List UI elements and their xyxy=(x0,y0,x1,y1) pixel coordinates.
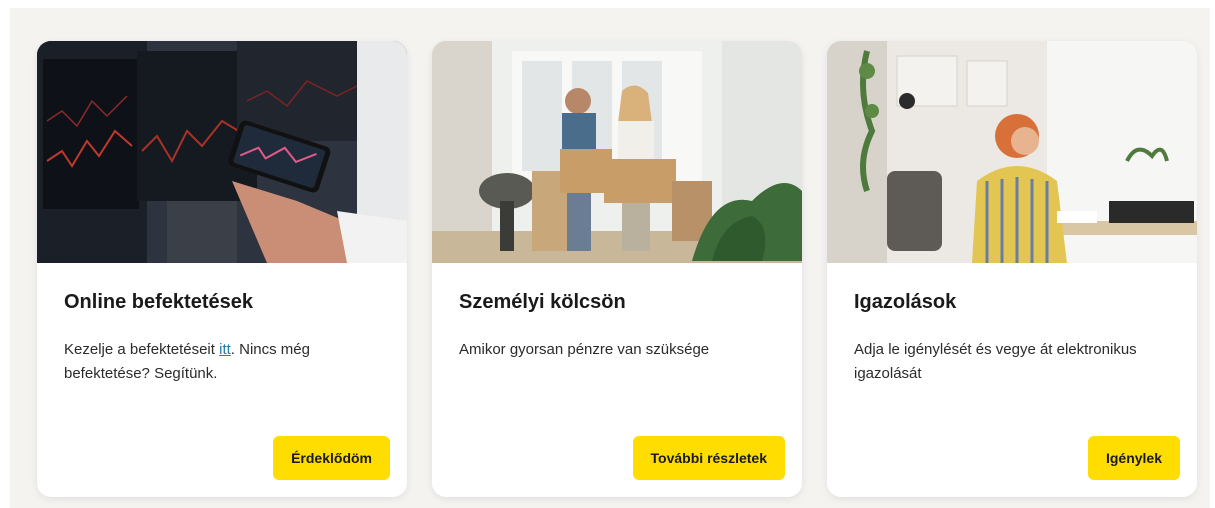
card-title: Online befektetések xyxy=(64,291,253,313)
woman-working-home-photo xyxy=(827,41,1197,263)
card-description: Adja le igénylését és vegye át elektroni… xyxy=(854,341,1137,382)
card-description: Amikor gyorsan pénzre van szüksége xyxy=(459,341,710,358)
card-certificates: Igazolások Adja le igénylését és vegye á… xyxy=(827,41,1197,497)
cards-section: Online befektetések Kezelje a befektetés… xyxy=(10,8,1210,508)
card-personal-loan: Személyi kölcsön Amikor gyorsan pénzre v… xyxy=(432,41,802,497)
request-button[interactable]: Igénylek xyxy=(1087,436,1180,480)
more-details-button[interactable]: További részletek xyxy=(632,436,785,480)
inquire-button[interactable]: Érdeklődöm xyxy=(273,436,390,480)
couple-moving-boxes-photo xyxy=(432,41,802,263)
description-text: Kezelje a befektetéseit xyxy=(64,341,220,358)
trading-phone-photo xyxy=(37,41,407,263)
card-title: Személyi kölcsön xyxy=(459,291,626,313)
card-description: Kezelje a befektetéseit itt. Nincs még b… xyxy=(64,338,384,386)
card-title: Igazolások xyxy=(854,291,957,313)
investments-link[interactable]: itt xyxy=(219,341,231,358)
card-online-investments: Online befektetések Kezelje a befektetés… xyxy=(37,41,407,497)
